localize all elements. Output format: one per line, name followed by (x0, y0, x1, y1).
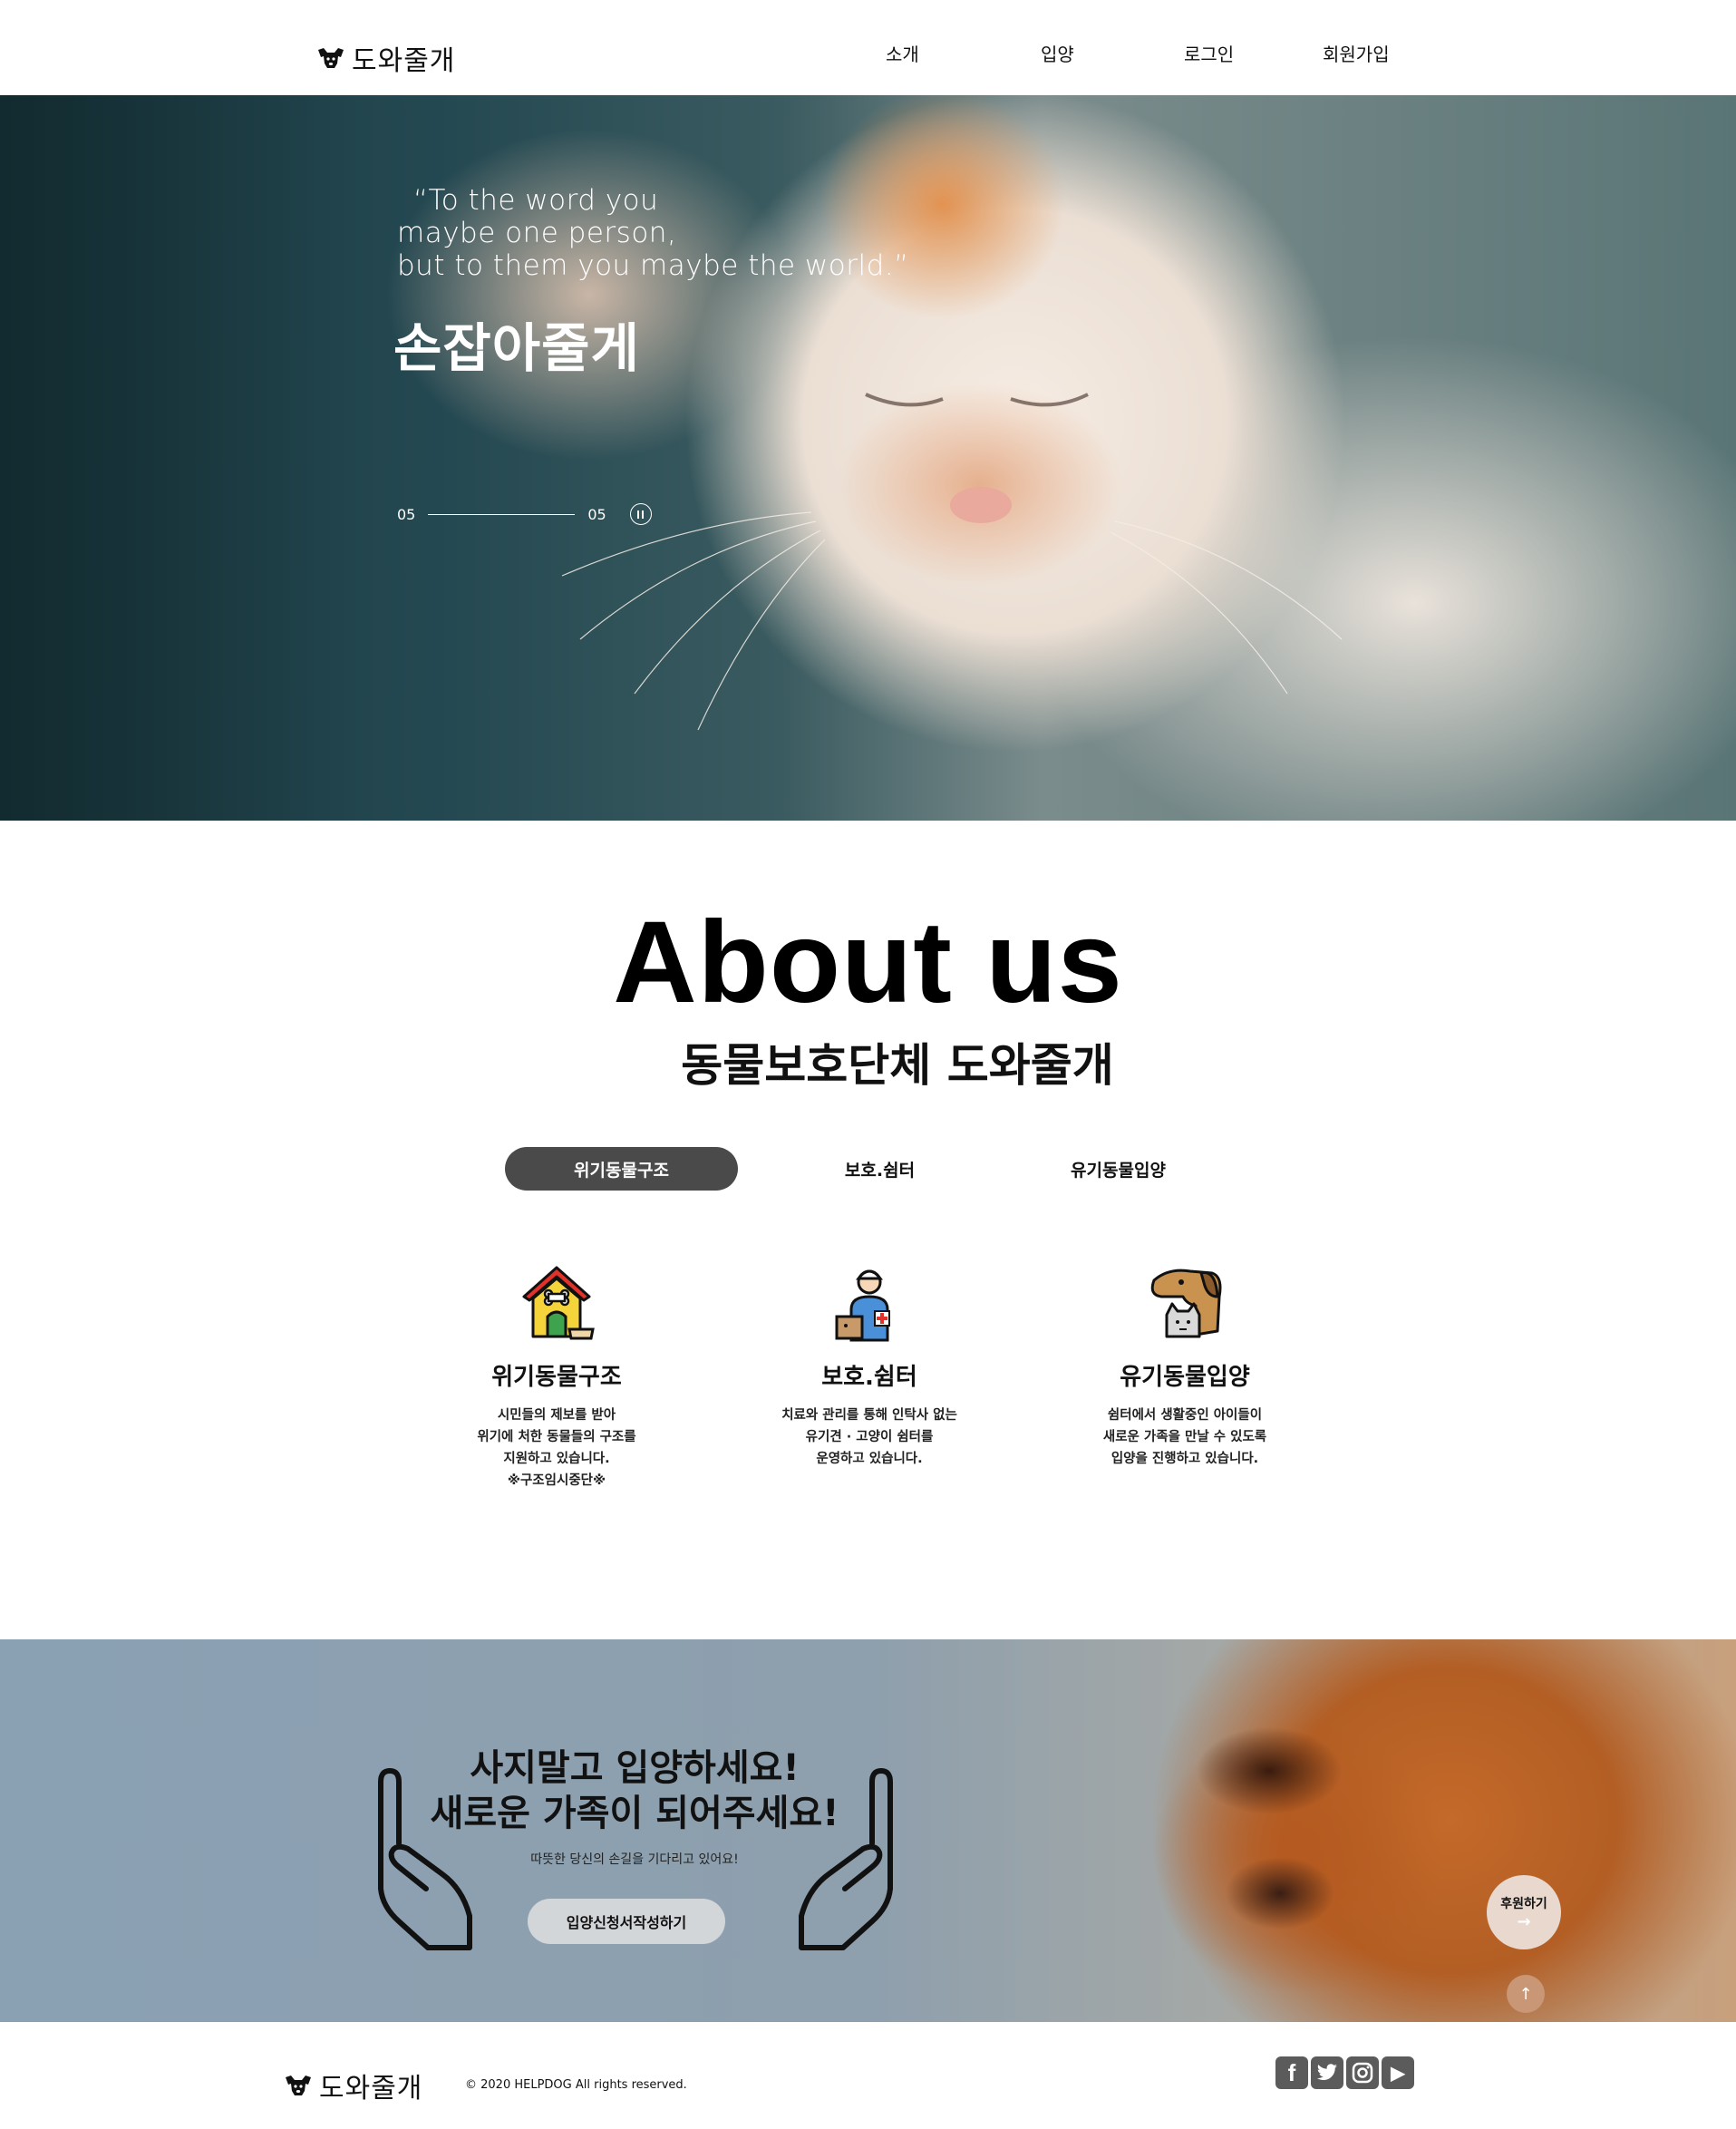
headline-line: 새로운 가족이 되어주세요! (430, 1793, 839, 1834)
footer-logo[interactable]: 도와줄개 (283, 2066, 422, 2105)
slide-total: 05 (587, 505, 606, 523)
site-header: 도와줄개 소개 입양 로그인 회원가입 (0, 0, 1736, 95)
card-desc-line: 유기견 · 고양이 쉼터를 (805, 1430, 934, 1444)
logo-text: 도와줄개 (352, 45, 456, 77)
copyright-text: © 2020 HELPDOG All rights reserved. (465, 2078, 687, 2092)
nav-signup[interactable]: 회원가입 (1323, 40, 1390, 66)
card-description: 쉼터에서 생활중인 아이들이 새로운 가족을 만날 수 있도록 입양을 진행하고… (1049, 1405, 1321, 1470)
card-desc-line: 지원하고 있습니다. (503, 1452, 610, 1466)
dog-logo-icon (286, 2076, 311, 2095)
donate-button[interactable]: 후원하기 → (1487, 1875, 1561, 1949)
instagram-icon[interactable] (1346, 2056, 1379, 2089)
twitter-icon[interactable] (1311, 2056, 1343, 2089)
about-subtitle: 동물보호단체 도와줄개 (681, 1039, 1114, 1092)
tab-shelter[interactable]: 보호.쉼터 (763, 1147, 996, 1191)
arrow-up-icon: ↑ (1518, 1984, 1533, 2004)
slide-progress-line (428, 513, 576, 515)
card-desc-line: 위기에 처한 동물들의 구조를 (477, 1430, 636, 1444)
adoption-banner: 사지말고 입양하세요! 새로운 가족이 되어주세요! 따뜻한 당신의 손길을 기… (0, 1639, 1736, 2022)
nav-adoption[interactable]: 입양 (1041, 40, 1074, 66)
card-description: 시민들의 제보를 받아 위기에 처한 동물들의 구조를 지원하고 있습니다. ※… (421, 1405, 693, 1492)
youtube-icon[interactable]: ▶ (1382, 2056, 1414, 2089)
card-desc-line: 시민들의 제보를 받아 (497, 1408, 616, 1423)
quote-line: but to them you maybe the world.” (397, 249, 909, 282)
service-card-adoption: 유기동물입양 쉼터에서 생활중인 아이들이 새로운 가족을 만날 수 있도록 입… (1049, 1260, 1321, 1470)
pause-icon (642, 510, 645, 519)
donate-label: 후원하기 (1500, 1897, 1547, 1911)
tab-rescue[interactable]: 위기동물구조 (505, 1147, 738, 1191)
scroll-top-button[interactable]: ↑ (1507, 1975, 1545, 2013)
pause-button[interactable] (629, 503, 652, 525)
logo-text: 도와줄개 (319, 2073, 423, 2105)
nav-login[interactable]: 로그인 (1184, 40, 1234, 66)
card-desc-line: 운영하고 있습니다. (816, 1452, 923, 1466)
banner-headline: 사지말고 입양하세요! 새로운 가족이 되어주세요! (363, 1745, 907, 1836)
card-desc-line: 새로운 가족을 만날 수 있도록 (1102, 1430, 1267, 1444)
instagram-camera-glyph (1352, 2062, 1373, 2084)
headline-line: 사지말고 입양하세요! (470, 1747, 800, 1789)
vet-icon (835, 1269, 890, 1342)
card-title: 유기동물입양 (1120, 1364, 1250, 1391)
slider-controls: 05 05 (397, 503, 652, 525)
tab-adoption[interactable]: 유기동물입양 (1002, 1147, 1235, 1191)
card-desc-line: 쉼터에서 생활중인 아이들이 (1107, 1408, 1263, 1423)
play-glyph: ▶ (1391, 2063, 1405, 2084)
about-title: About us (613, 898, 1123, 1027)
dog-logo-icon (318, 48, 344, 68)
hero-slider: “To the word you maybe one person, but t… (0, 95, 1736, 821)
card-desc-line: 입양을 진행하고 있습니다. (1110, 1452, 1259, 1466)
card-title: 보호.쉼터 (821, 1364, 917, 1391)
pause-icon (637, 510, 640, 519)
card-title: 위기동물구조 (491, 1364, 622, 1391)
arrow-right-icon: → (1517, 1912, 1531, 1931)
service-card-shelter: 보호.쉼터 치료와 관리를 통해 인탁사 없는 유기견 · 고양이 쉼터를 운영… (733, 1260, 1005, 1470)
banner-subtext: 따뜻한 당신의 손길을 기다리고 있어요! (530, 1852, 739, 1867)
nav-about[interactable]: 소개 (886, 40, 919, 66)
quote-line: “To the word you (413, 184, 659, 217)
quote-line: maybe one person, (397, 217, 677, 249)
dog-cat-icon (1150, 1269, 1222, 1338)
hero-title: 손잡아줄게 (393, 317, 640, 379)
hero-quote: “To the word you maybe one person, but t… (397, 184, 909, 282)
doghouse-icon (522, 1266, 595, 1340)
facebook-icon[interactable]: f (1275, 2056, 1308, 2089)
adoption-apply-button[interactable]: 입양신청서작성하기 (528, 1899, 725, 1944)
service-card-rescue: 위기동물구조 시민들의 제보를 받아 위기에 처한 동물들의 구조를 지원하고 … (421, 1260, 693, 1492)
site-logo[interactable]: 도와줄개 (315, 38, 455, 78)
card-desc-line: 치료와 관리를 통해 인탁사 없는 (781, 1408, 957, 1423)
twitter-bird-glyph (1317, 2064, 1337, 2080)
facebook-glyph: f (1287, 2058, 1296, 2086)
slide-current: 05 (397, 505, 416, 523)
card-description: 치료와 관리를 통해 인탁사 없는 유기견 · 고양이 쉼터를 운영하고 있습니… (733, 1405, 1005, 1470)
card-desc-line: ※구조임시중단※ (507, 1473, 606, 1488)
